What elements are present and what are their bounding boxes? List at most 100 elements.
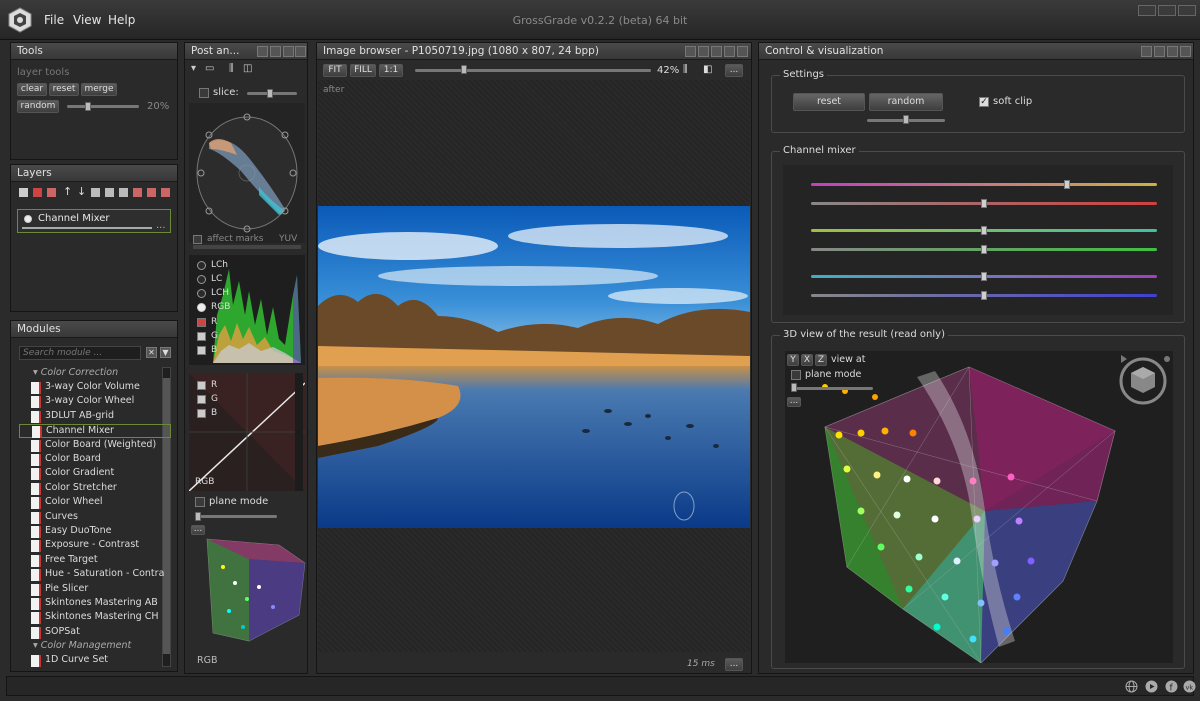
- clear-button[interactable]: clear: [17, 83, 47, 96]
- module-category[interactable]: ▾ Color Correction: [33, 367, 118, 378]
- compare-icon[interactable]: ◫: [243, 63, 252, 74]
- chevron-down-icon[interactable]: ▾: [33, 640, 38, 651]
- module-item[interactable]: 3DLUT AB-grid: [31, 410, 181, 424]
- module-category[interactable]: ▾ Color Management: [33, 640, 131, 651]
- mixer-slider-knob[interactable]: [981, 272, 987, 281]
- random-slider-knob[interactable]: [85, 102, 91, 111]
- axis-z-button[interactable]: Z: [815, 354, 827, 366]
- module-item[interactable]: Color Board (Weighted): [31, 439, 181, 453]
- mixer-slider-knob[interactable]: [981, 199, 987, 208]
- random-button[interactable]: random: [17, 100, 59, 113]
- module-item[interactable]: Hue - Saturation - Contra: [31, 568, 181, 582]
- layer-option-icon[interactable]: [105, 188, 114, 197]
- split-icon[interactable]: ⫼: [229, 63, 234, 74]
- split-view-icon[interactable]: ⫼: [683, 64, 688, 75]
- scope-scrollbar[interactable]: [193, 245, 301, 249]
- panel-close-button[interactable]: [737, 46, 748, 57]
- panel-close-button[interactable]: [295, 46, 306, 57]
- module-item[interactable]: Color Stretcher: [31, 482, 181, 496]
- module-item[interactable]: Curves: [31, 511, 181, 525]
- search-module-input[interactable]: [19, 346, 141, 360]
- hist-channel-g-checkbox[interactable]: [197, 332, 206, 341]
- maximize-button[interactable]: [1158, 5, 1176, 16]
- panel-maximize-button[interactable]: [724, 46, 735, 57]
- photo-preview[interactable]: [318, 206, 750, 528]
- fit-button[interactable]: FIT: [323, 64, 347, 77]
- mixer-slider-knob[interactable]: [981, 291, 987, 300]
- random-slider[interactable]: [67, 105, 139, 108]
- module-item[interactable]: Skintones Mastering CH: [31, 611, 181, 625]
- axis-x-button[interactable]: X: [801, 354, 813, 366]
- view3d-plane-knob[interactable]: [791, 383, 797, 392]
- post-more-button[interactable]: ...: [191, 525, 205, 535]
- plane-slider-knob[interactable]: [195, 512, 201, 521]
- layer-option-icon[interactable]: [133, 188, 142, 197]
- duplicate-layer-icon[interactable]: [47, 188, 56, 197]
- view3d-plane-slider[interactable]: [791, 387, 873, 390]
- browser-footer-more-button[interactable]: ...: [725, 658, 743, 671]
- hist-mode-radio[interactable]: [197, 275, 206, 284]
- facebook-icon[interactable]: f: [1165, 680, 1178, 693]
- slice-checkbox[interactable]: [199, 88, 209, 98]
- panel-minimize-button[interactable]: [711, 46, 722, 57]
- youtube-icon[interactable]: [1145, 680, 1158, 693]
- image-canvas[interactable]: after: [318, 80, 750, 652]
- axis-y-button[interactable]: Y: [787, 354, 799, 366]
- filter-icon[interactable]: ▼: [160, 347, 171, 358]
- delete-layer-icon[interactable]: [33, 188, 42, 197]
- plane-slider[interactable]: [195, 515, 277, 518]
- mixer-random-button[interactable]: random: [869, 93, 943, 111]
- module-item[interactable]: SOPSat: [31, 626, 181, 640]
- panel-float-button[interactable]: [257, 46, 268, 57]
- affect-marks-checkbox[interactable]: [193, 235, 202, 244]
- curve-channel-checkbox[interactable]: [197, 395, 206, 404]
- layer-option-icon[interactable]: [147, 188, 156, 197]
- view3d-canvas[interactable]: Y X Z view at plane mode ...: [785, 351, 1173, 663]
- move-up-icon[interactable]: ↑: [63, 185, 72, 198]
- hist-mode-radio[interactable]: [197, 289, 206, 298]
- module-item[interactable]: Easy DuoTone: [31, 525, 181, 539]
- panel-float-button[interactable]: [685, 46, 696, 57]
- panel-pin-button[interactable]: [1154, 46, 1165, 57]
- panel-float-button[interactable]: [1141, 46, 1152, 57]
- panel-pin-button[interactable]: [698, 46, 709, 57]
- dropdown-icon[interactable]: ▾: [191, 63, 196, 74]
- slice-slider-knob[interactable]: [267, 89, 273, 98]
- hist-mode-radio-selected[interactable]: [197, 303, 206, 312]
- soft-clip-checkbox[interactable]: ✓: [979, 97, 989, 107]
- module-item[interactable]: 1D Curve Set: [31, 654, 181, 668]
- module-item[interactable]: 3-way Color Volume: [31, 381, 181, 395]
- panel-pin-button[interactable]: [270, 46, 281, 57]
- fill-button[interactable]: FILL: [350, 64, 376, 77]
- mixer-slider-knob[interactable]: [981, 226, 987, 235]
- compare-view-icon[interactable]: ◧: [703, 64, 712, 75]
- browser-more-button[interactable]: ...: [725, 64, 743, 77]
- panel-minimize-button[interactable]: [283, 46, 294, 57]
- merge-button[interactable]: merge: [81, 83, 117, 96]
- hist-channel-b-checkbox[interactable]: [197, 346, 206, 355]
- vk-icon[interactable]: vk: [1183, 680, 1196, 693]
- minimize-button[interactable]: [1138, 5, 1156, 16]
- view3d-plane-mode-checkbox[interactable]: [791, 370, 801, 380]
- curve-scrollbar[interactable]: [295, 373, 303, 491]
- layer-more-button[interactable]: ...: [156, 220, 166, 231]
- module-item[interactable]: Channel Mixer: [19, 424, 171, 439]
- layer-option-icon[interactable]: [91, 188, 100, 197]
- chevron-down-icon[interactable]: ▾: [33, 367, 38, 378]
- globe-icon[interactable]: [1125, 680, 1138, 693]
- layer-radio[interactable]: [24, 215, 32, 223]
- hist-mode-radio[interactable]: [197, 261, 206, 270]
- panel-minimize-button[interactable]: [1167, 46, 1178, 57]
- random-strength-knob[interactable]: [903, 115, 909, 124]
- mixer-slider-knob[interactable]: [981, 245, 987, 254]
- module-item[interactable]: 3-way Color Wheel: [31, 395, 181, 409]
- reset-button[interactable]: reset: [49, 83, 79, 96]
- curve-channel-checkbox[interactable]: [197, 409, 206, 418]
- layer-opacity-bar[interactable]: [22, 227, 152, 229]
- zoom-slider-knob[interactable]: [461, 65, 467, 74]
- panel-close-button[interactable]: [1180, 46, 1191, 57]
- module-item[interactable]: Pie Slicer: [31, 583, 181, 597]
- module-item[interactable]: Free Target: [31, 554, 181, 568]
- zoom-slider[interactable]: [415, 69, 651, 72]
- hist-channel-r-checkbox[interactable]: [197, 318, 206, 327]
